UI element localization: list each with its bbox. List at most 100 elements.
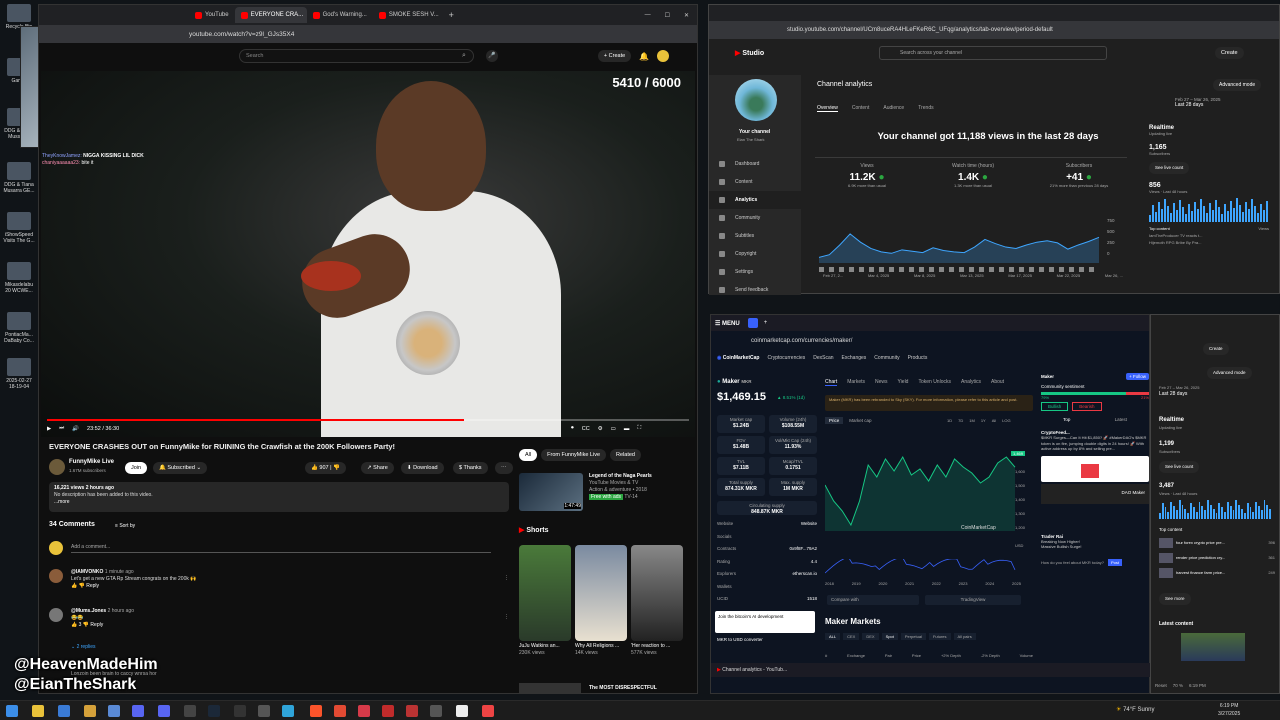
stat-subscribers[interactable]: Subscribers +41 ● 21% more than previous 2… [1027,163,1131,203]
filter-all[interactable]: All [519,449,538,461]
post-input[interactable]: How do you feel about MKR today? [1041,560,1104,565]
nav-community[interactable]: Community [874,355,899,361]
compare-dropdown[interactable]: Compare with [827,595,919,605]
short-thumbnail[interactable] [631,545,683,641]
studio-logo[interactable]: ▶ Studio [735,49,764,57]
channel-name[interactable]: FunnyMike Live [69,459,114,465]
app-icon[interactable] [184,705,196,717]
upload-marker[interactable] [1009,267,1014,272]
tab-content[interactable]: Content [852,105,870,112]
upload-marker[interactable] [1059,267,1064,272]
description-box[interactable]: 16,221 views 2 hours ago No description … [49,482,509,512]
info-row-value[interactable]: 1518 [807,596,817,601]
market-filter[interactable]: All pairs [953,633,976,640]
search-input[interactable]: Search [239,49,474,63]
upload-marker[interactable] [959,267,964,272]
studio-nav-item[interactable]: Settings [709,263,801,281]
join-button[interactable]: Join [125,462,148,474]
tab-audience[interactable]: Audience [883,105,904,112]
studio-nav-item[interactable]: Copyright [709,245,801,263]
see-live-count-button[interactable]: See live count [1149,162,1190,174]
upload-marker[interactable] [1089,267,1094,272]
desktop-shortcut[interactable]: Mikasdelabu 20 WCWE... [2,262,36,294]
desktop-shortcut[interactable]: DDG & Tiana Musarra GE... [2,162,36,194]
reset-zoom-button[interactable]: Reset [1155,683,1167,688]
app-icon[interactable] [430,705,442,717]
app-icon[interactable] [108,705,120,717]
app-icon[interactable] [456,705,468,717]
short-info[interactable]: 'Her reaction to ... 577K views [631,643,683,657]
tab-analytics[interactable]: Analytics [961,379,981,386]
upload-marker[interactable] [919,267,924,272]
miniplayer-icon[interactable]: ▭ [611,426,616,432]
studio-address-bar[interactable]: studio.youtube.com/channel/UCm8uceRA4HLe… [709,21,1279,39]
short-info[interactable]: JuJu Watkins an... 230K views [519,643,571,657]
table-header[interactable]: -2% Depth [981,653,1000,658]
stat-views[interactable]: Views 11.2K ● 6.9K more than usual [815,163,919,203]
rec-title[interactable]: The MOST DISRESPECTFUL [589,685,657,691]
maximize-icon[interactable]: ☐ [665,12,670,19]
advanced-mode-button[interactable]: Advanced mode [1207,367,1252,379]
next-icon[interactable]: ⏭ [59,425,64,432]
upload-marker[interactable] [909,267,914,272]
table-header[interactable]: Pair [885,653,892,658]
create-button[interactable]: + Create [597,50,632,62]
system-clock[interactable]: 6:19 PM 3/27/2025 [1218,702,1240,718]
app-icon[interactable] [234,705,246,717]
app-icon[interactable] [358,705,370,717]
tab-overview[interactable]: Overview [817,105,838,112]
tradingview-button[interactable]: TradingView [925,595,1021,605]
filter-related[interactable]: Related [610,449,641,461]
social-user[interactable]: Maker [1041,374,1054,379]
market-filter[interactable]: Futures [928,633,951,640]
table-header[interactable]: Price [912,653,921,658]
table-header[interactable]: Exchange [847,653,865,658]
studio-nav-item[interactable]: Subtitles [709,227,801,245]
tab-trends[interactable]: Trends [918,105,933,112]
desktop-shortcut[interactable]: 2025-02-27 18-19-04 [2,358,36,390]
upload-marker[interactable] [989,267,994,272]
replies-toggle[interactable]: ⌄ 2 replies [71,644,96,650]
edge-icon[interactable] [282,705,294,717]
upload-marker[interactable] [1039,267,1044,272]
tab-gods-warning[interactable]: God's Warning... [307,7,373,23]
reply-button[interactable]: Reply [90,622,103,628]
range-button[interactable]: LOG [1002,418,1010,423]
table-header[interactable]: # [825,653,827,658]
upload-marker[interactable] [929,267,934,272]
more-link[interactable]: ...more [54,499,504,506]
market-cap-toggle-button[interactable]: Market cap [845,417,875,424]
date-range[interactable]: Feb 27 – Mar 26, 2025 Last 28 days [1175,97,1221,108]
see-live-count-button[interactable]: See live count [1159,461,1200,473]
studio-nav-item[interactable]: Community [709,209,801,227]
reply-button[interactable]: Reply [86,583,99,589]
upload-marker[interactable] [869,267,874,272]
new-tab-icon[interactable]: + [764,320,768,326]
upload-marker[interactable] [939,267,944,272]
app-icon[interactable] [482,705,494,717]
advanced-mode-button[interactable]: Advanced mode [1213,79,1262,91]
market-filter[interactable]: Spot [881,633,898,640]
download-button[interactable]: ⬇ Download [401,462,444,474]
range-button[interactable]: 7D [958,418,963,423]
date-range-text[interactable]: Feb 27 – Mar 26, 2025 [1159,385,1199,390]
desktop-shortcut[interactable]: PontiacMa... DaBaby Co... [2,312,36,344]
top-content-item[interactable]: IamTheProducer TV reacts t... [1149,233,1269,238]
settings-icon[interactable]: ⚙ [598,426,603,432]
studio-nav-item[interactable]: Analytics [709,191,801,209]
ad-banner[interactable]: Join the bitcoin's AI development [715,611,815,633]
tab-yield[interactable]: Yield [898,379,909,386]
channel-avatar[interactable] [735,79,777,121]
tab-markets[interactable]: Markets [847,379,865,386]
cmc-tab[interactable] [747,318,758,328]
bell-icon[interactable]: 🔔 [639,52,649,61]
autoplay-toggle[interactable]: ⏺ [571,425,574,432]
post-button[interactable]: Post [1107,558,1122,566]
subscribed-button[interactable]: 🔔 Subscribed ⌄ [153,462,208,474]
upload-marker[interactable] [999,267,1004,272]
upload-marker[interactable] [839,267,844,272]
studio-search-input[interactable]: Search across your channel [879,46,1107,60]
avatar[interactable] [657,50,670,62]
upload-marker[interactable] [899,267,904,272]
tab-smoke-sesh[interactable]: SMOKE SESH V... [373,7,445,23]
